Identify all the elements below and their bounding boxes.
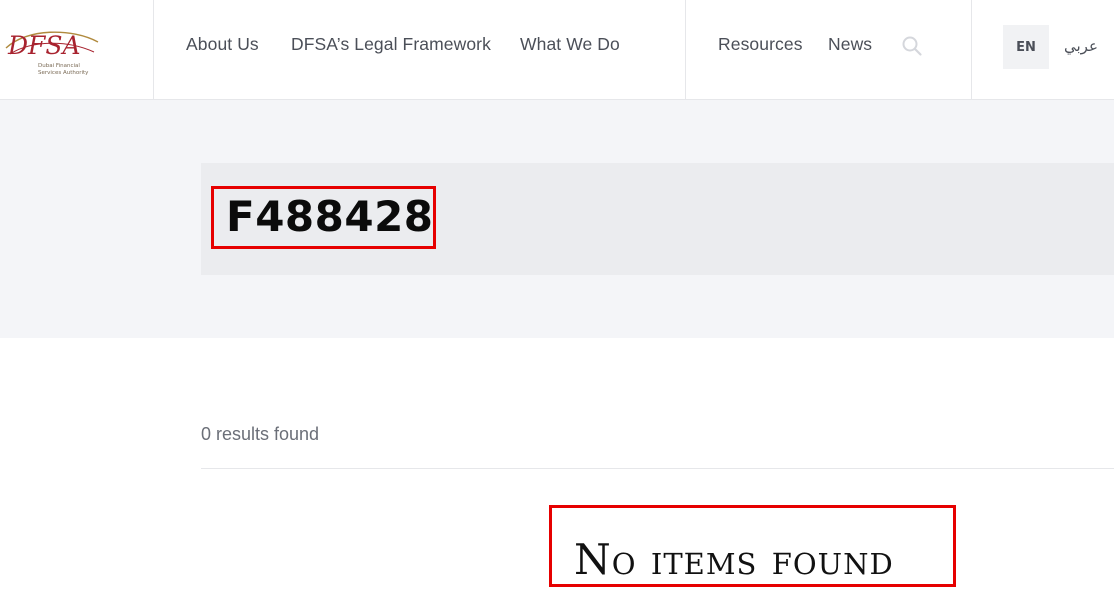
language-ar-link[interactable]: عربي [1064,37,1098,55]
nav-what-we-do[interactable]: What We Do [520,34,620,55]
logo-tagline-2: Services Authority [38,70,89,76]
logo-mark: DFSA [7,31,81,60]
header-divider [685,0,686,99]
no-items-message: No items found [574,535,894,584]
search-query-title: F488428 [226,192,434,241]
nav-about-us[interactable]: About Us [186,34,259,55]
logo-tagline-1: Dubai Financial [38,63,80,69]
language-en-button[interactable]: EN [1003,25,1049,69]
search-icon[interactable] [901,35,923,57]
nav-news[interactable]: News [828,34,872,55]
header-divider [153,0,154,99]
results-count: 0 results found [201,424,320,444]
site-header: DFSA Dubai Financial Services Authority … [0,0,1114,100]
dfsa-logo[interactable]: DFSA Dubai Financial Services Authority [2,10,102,80]
nav-resources[interactable]: Resources [718,34,803,55]
header-divider [971,0,972,99]
results-divider [201,468,1114,469]
nav-legal-framework[interactable]: DFSA’s Legal Framework [291,34,491,55]
search-hero [0,100,1114,338]
